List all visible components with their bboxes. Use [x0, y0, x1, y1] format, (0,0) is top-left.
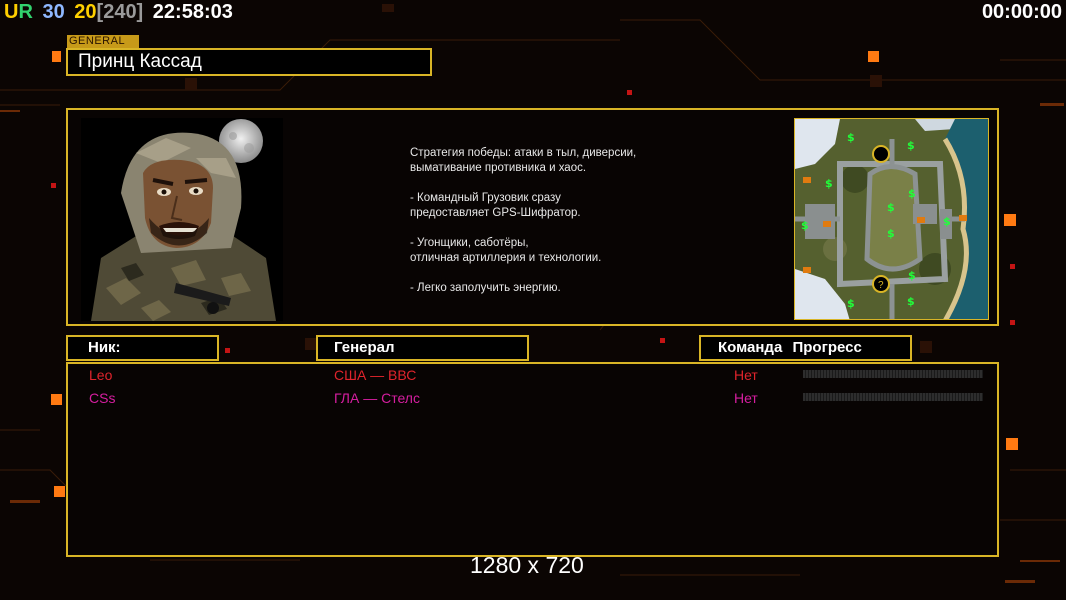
stat-bracket: [240]	[96, 1, 144, 23]
ur-label: UR	[4, 1, 38, 23]
player-team: Нет	[734, 367, 758, 383]
player-progress-bar	[803, 393, 983, 401]
svg-text:$: $	[907, 139, 915, 152]
player-general: США — ВВС	[334, 367, 417, 383]
description-line-4: - Легко заполучить энергию.	[410, 282, 561, 294]
svg-text:$: $	[908, 187, 916, 200]
header-general-label: Генерал	[334, 339, 395, 356]
minimap-image: ? $ $ $ $ $ $ $ $ $ $ $	[795, 119, 988, 319]
player-row: CSs ГЛА — Стелс Нет	[68, 388, 1001, 408]
svg-text:$: $	[908, 269, 916, 282]
map-preview: ? $ $ $ $ $ $ $ $ $ $ $	[794, 118, 989, 320]
stat-1: 30	[42, 1, 65, 23]
svg-text:$: $	[847, 297, 855, 310]
header-general: Генерал	[316, 335, 529, 361]
portrait-image	[81, 118, 283, 321]
description-line-2: - Командный Грузовик сразу предоставляет…	[410, 192, 581, 219]
general-name: Принц Кассад	[66, 48, 432, 76]
clock: 22:58:03	[152, 1, 233, 23]
general-portrait	[81, 118, 283, 321]
header-nick-label: Ник:	[88, 339, 121, 356]
player-nick: CSs	[89, 390, 116, 406]
svg-text:$: $	[847, 131, 855, 144]
player-progress-bar	[803, 370, 983, 378]
players-panel: Leo США — ВВС Нет CSs ГЛА — Стелс Нет	[66, 362, 999, 557]
player-team: Нет	[734, 390, 758, 406]
player-nick: Leo	[89, 367, 113, 383]
svg-text:$: $	[887, 227, 895, 240]
svg-text:$: $	[801, 219, 809, 232]
fps-counter: UR 30 20[240] 22:58:03	[4, 1, 237, 24]
svg-text:$: $	[943, 215, 951, 228]
svg-text:?: ?	[878, 280, 884, 291]
general-description: Стратегия победы: атаки в тыл, диверсии,…	[410, 146, 710, 311]
stat-2: 20	[74, 1, 97, 23]
header-team-progress: Команда Прогресс	[699, 335, 912, 361]
svg-text:$: $	[907, 295, 915, 308]
ur-u: U	[4, 1, 19, 23]
svg-text:$: $	[887, 201, 895, 214]
general-tag: GENERAL	[67, 35, 139, 48]
player-row: Leo США — ВВС Нет	[68, 365, 1001, 385]
ur-r: R	[18, 1, 33, 23]
header-team-label: Команда	[718, 339, 783, 356]
game-timer: 00:00:00	[981, 1, 1062, 23]
header-nick: Ник:	[66, 335, 219, 361]
player-general: ГЛА — Стелс	[334, 390, 420, 406]
description-line-3: - Угонщики, саботёры, отличная артиллери…	[410, 237, 602, 264]
description-line-1: Стратегия победы: атаки в тыл, диверсии,…	[410, 147, 637, 174]
svg-text:$: $	[825, 177, 833, 190]
resolution-label: 1280 x 720	[470, 552, 584, 578]
header-progress-label: Прогресс	[792, 339, 862, 356]
